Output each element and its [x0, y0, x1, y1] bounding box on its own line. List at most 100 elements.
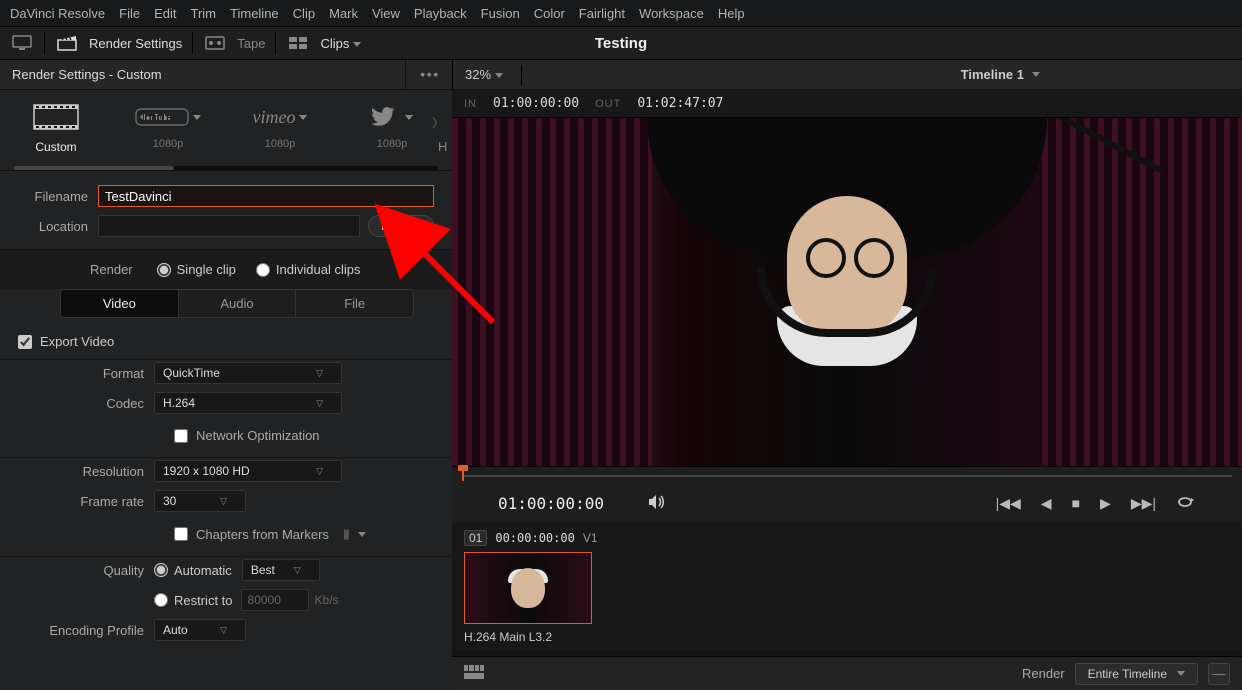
go-start-icon[interactable]: |◀◀	[996, 495, 1021, 512]
bitrate-input[interactable]	[241, 589, 309, 611]
settings-tabbar: Video Audio File	[60, 289, 414, 318]
clips-icon[interactable]	[286, 34, 310, 52]
preset-scroll-right[interactable]: 〉	[432, 114, 444, 131]
export-video-checkbox[interactable]	[18, 335, 32, 349]
menu-fairlight[interactable]: Fairlight	[579, 6, 625, 21]
location-label: Location	[18, 219, 88, 234]
clip-codec-label: H.264 Main L3.2	[464, 630, 1230, 644]
scrub-bar[interactable]	[452, 466, 1242, 484]
monitor-icon[interactable]	[10, 34, 34, 52]
chevron-down-icon	[193, 115, 201, 120]
youtube-icon	[135, 100, 201, 134]
menu-help[interactable]: Help	[718, 6, 745, 21]
panel-title: Render Settings - Custom	[12, 67, 162, 82]
location-input[interactable]	[98, 215, 360, 237]
panel-options-icon[interactable]: •••	[405, 60, 440, 89]
filename-label: Filename	[18, 189, 88, 204]
format-select[interactable]: QuickTime▽	[154, 362, 342, 384]
preset-truncated: H	[438, 139, 447, 154]
clapperboard-icon[interactable]	[55, 34, 79, 52]
tape-toggle[interactable]: Tape	[237, 36, 265, 51]
app-menubar: DaVinci Resolve File Edit Trim Timeline …	[0, 0, 1242, 26]
play-icon[interactable]: ▶	[1100, 495, 1111, 512]
viewer-zoom[interactable]: 32%	[465, 67, 503, 82]
resolution-select[interactable]: 1920 x 1080 HD▽	[154, 460, 342, 482]
render-settings-panel: Render Settings - Custom ••• Custom 1080…	[0, 60, 452, 690]
menu-playback[interactable]: Playback	[414, 6, 467, 21]
twitter-icon	[371, 100, 412, 134]
menu-trim[interactable]: Trim	[191, 6, 217, 21]
clip-thumbnail[interactable]	[464, 552, 592, 624]
menu-app[interactable]: DaVinci Resolve	[10, 6, 105, 21]
loop-icon[interactable]	[1176, 495, 1196, 512]
quality-preset-select[interactable]: Best▽	[242, 559, 320, 581]
tape-icon[interactable]	[203, 34, 227, 52]
timeline-selector[interactable]: Timeline 1	[961, 67, 1040, 82]
quality-restrict-radio[interactable]: Restrict to	[154, 593, 233, 608]
menu-color[interactable]: Color	[534, 6, 565, 21]
export-video-label: Export Video	[40, 334, 114, 349]
tab-file[interactable]: File	[296, 290, 413, 317]
chapters-checkbox[interactable]	[174, 527, 188, 541]
go-end-icon[interactable]: ▶▶|	[1131, 495, 1156, 512]
preset-twitter[interactable]: 1080p	[350, 100, 434, 154]
resolution-label: Resolution	[18, 464, 144, 479]
menu-workspace[interactable]: Workspace	[639, 6, 704, 21]
video-viewer[interactable]	[452, 118, 1242, 466]
tab-audio[interactable]: Audio	[179, 290, 297, 317]
vimeo-icon: vimeo	[253, 100, 308, 134]
chevron-down-icon	[353, 42, 361, 47]
in-label: IN	[464, 98, 477, 110]
speaker-icon[interactable]	[648, 494, 666, 513]
menu-mark[interactable]: Mark	[329, 6, 358, 21]
codec-select[interactable]: H.264▽	[154, 392, 342, 414]
render-scope-select[interactable]: Entire Timeline	[1075, 663, 1198, 685]
chevron-down-icon	[1177, 671, 1185, 676]
encoding-profile-select[interactable]: Auto▽	[154, 619, 246, 641]
render-mode-label: Render	[90, 262, 133, 277]
render-preset-strip[interactable]: Custom 1080p vimeo 1080p 1080p 1080p 〉	[0, 90, 452, 164]
transport-timecode[interactable]: 01:00:00:00	[498, 494, 604, 513]
chevron-down-icon	[495, 73, 503, 78]
menu-file[interactable]: File	[119, 6, 140, 21]
network-opt-checkbox[interactable]	[174, 429, 188, 443]
deliver-toolbar: Render Settings Tape Clips Testing	[0, 26, 1242, 60]
render-queue-clip: 01 00:00:00:00 V1 H.264 Main L3.2	[452, 522, 1242, 650]
out-timecode[interactable]: 01:02:47:07	[637, 96, 723, 111]
render-label: Render	[1022, 666, 1065, 681]
in-timecode[interactable]: 01:00:00:00	[493, 96, 579, 111]
browse-button[interactable]: Browse	[368, 215, 434, 237]
preset-scrollbar[interactable]	[14, 166, 438, 170]
menu-fusion[interactable]: Fusion	[481, 6, 520, 21]
timeline-view-icon[interactable]	[464, 665, 484, 682]
framerate-select[interactable]: 30▽	[154, 490, 246, 512]
preset-custom[interactable]: Custom	[14, 100, 98, 154]
stop-icon[interactable]: ■	[1072, 495, 1080, 511]
codec-label: Codec	[18, 396, 144, 411]
render-settings-toggle[interactable]: Render Settings	[89, 36, 182, 51]
chevron-down-icon	[405, 115, 413, 120]
menu-clip[interactable]: Clip	[293, 6, 315, 21]
chevron-down-icon	[299, 115, 307, 120]
menu-timeline[interactable]: Timeline	[230, 6, 279, 21]
preset-vimeo[interactable]: vimeo 1080p	[238, 100, 322, 154]
filename-input[interactable]	[98, 185, 434, 207]
encoding-profile-label: Encoding Profile	[18, 623, 144, 638]
marker-color-icon[interactable]: ▮	[343, 526, 366, 542]
format-label: Format	[18, 366, 144, 381]
single-clip-radio[interactable]: Single clip	[157, 262, 236, 277]
in-out-bar: IN01:00:00:00 OUT01:02:47:07	[452, 90, 1242, 118]
clips-toggle[interactable]: Clips	[320, 36, 361, 51]
quality-auto-radio[interactable]: Automatic	[154, 563, 232, 578]
preset-sub: 1080p	[265, 138, 296, 150]
viewer-panel: 32% Timeline 1 IN01:00:00:00 OUT01:02:47…	[452, 60, 1242, 690]
chapters-label: Chapters from Markers	[196, 527, 329, 542]
individual-clips-radio[interactable]: Individual clips	[256, 262, 361, 277]
preset-youtube[interactable]: 1080p	[126, 100, 210, 154]
menu-edit[interactable]: Edit	[154, 6, 176, 21]
menu-view[interactable]: View	[372, 6, 400, 21]
collapse-icon[interactable]: —	[1208, 663, 1230, 685]
step-back-icon[interactable]: ◀	[1041, 495, 1052, 512]
playhead[interactable]	[462, 467, 464, 481]
tab-video[interactable]: Video	[61, 290, 179, 317]
